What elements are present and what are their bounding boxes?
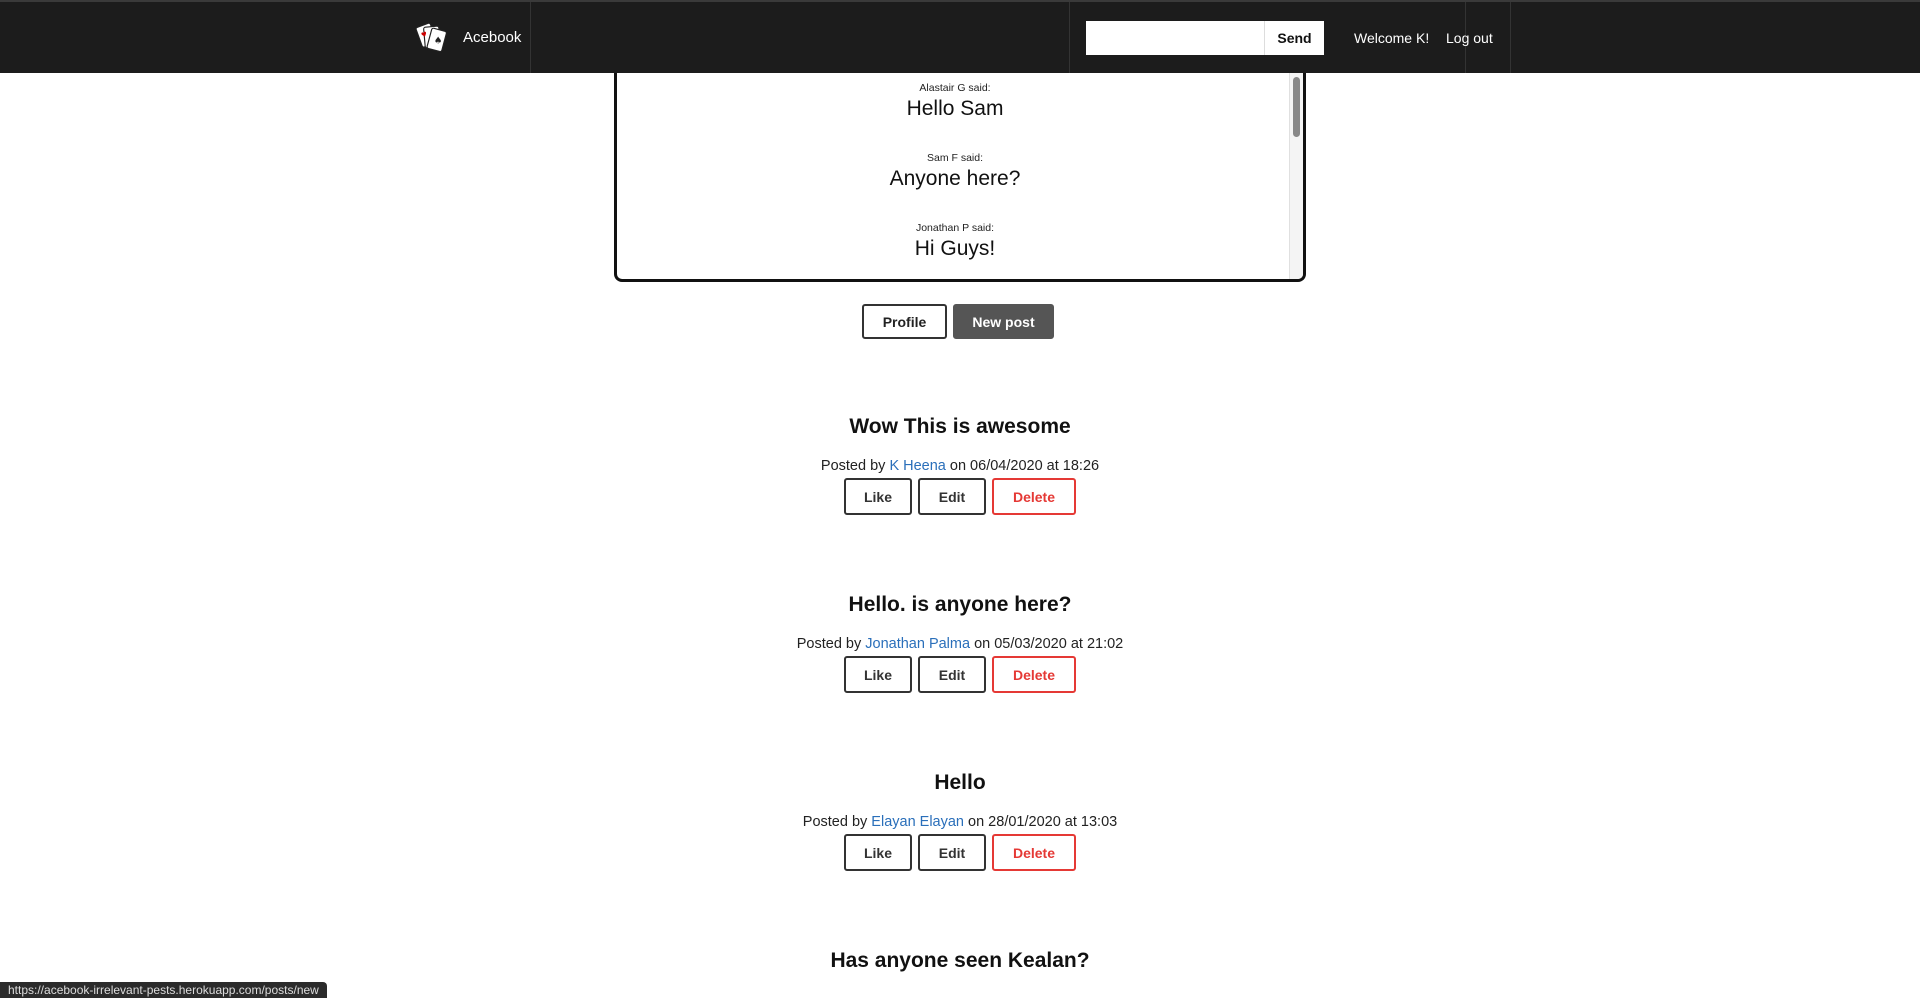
chat-text: Anyone here? [889,167,1021,190]
chat-author: Jonathan P said: [915,222,995,234]
post-meta: Posted by Jonathan Palma on 05/03/2020 a… [660,635,1260,653]
post-date: on 06/04/2020 at 18:26 [945,458,1100,474]
logout-link[interactable]: Log out [1430,2,1511,73]
delete-button[interactable]: Delete [992,478,1076,515]
chat-author: Alastair G said: [919,82,991,94]
profile-button[interactable]: Profile [862,304,947,339]
post-author-link[interactable]: Elayan Elayan [871,814,964,830]
playing-cards-icon: ♠ ♥ [415,22,447,52]
chat-text: Hello Sam [906,97,1004,120]
post-title: Wow This is awesome [849,415,1071,438]
post-author-link[interactable]: K Heena [889,458,945,474]
post-actions: Like Edit Delete [660,656,1260,693]
post-meta-prefix: Posted by [802,814,872,830]
new-post-button[interactable]: New post [953,304,1054,339]
brand-name: Acebook [463,29,522,46]
post-author-link[interactable]: Jonathan Palma [865,636,970,652]
edit-button[interactable]: Edit [918,478,986,515]
chat-messages: Alastair G said: Hello Sam Sam F said: A… [617,73,1293,279]
post-item: Has anyone seen Kealan? [660,947,1260,975]
chat-scrollbar[interactable] [1289,73,1303,279]
edit-button[interactable]: Edit [918,656,986,693]
post-meta-prefix: Posted by [796,636,866,652]
top-navbar: ♠ ♥ Acebook Send Welcome K! Log out [0,0,1920,73]
chat-text: Hi Guys! [914,237,996,260]
like-button[interactable]: Like [844,478,912,515]
chat-author: Sam F said: [926,152,984,164]
message-input[interactable] [1086,21,1264,55]
send-button[interactable]: Send [1264,21,1324,55]
brand-link[interactable]: ♠ ♥ Acebook [403,2,531,73]
post-date: on 28/01/2020 at 13:03 [964,814,1118,830]
post-actions: Like Edit Delete [660,834,1260,871]
chat-message: Alastair G said: Hello Sam [617,81,1293,123]
nav-right-group: Send Welcome K! Log out [1069,2,1511,73]
post-actions: Like Edit Delete [660,478,1260,515]
post-title: Has anyone seen Kealan? [830,949,1090,972]
post-meta: Posted by K Heena on 06/04/2020 at 18:26 [660,457,1260,475]
chat-message: Sam F said: Anyone here? [617,151,1293,193]
like-button[interactable]: Like [844,834,912,871]
svg-text:♠: ♠ [434,35,443,46]
chat-scroll-thumb[interactable] [1293,77,1300,137]
chat-box: Alastair G said: Hello Sam Sam F said: A… [614,73,1306,282]
delete-button[interactable]: Delete [992,834,1076,871]
post-item: Hello. is anyone here? Posted by Jonatha… [660,591,1260,693]
post-title: Hello [934,771,986,794]
like-button[interactable]: Like [844,656,912,693]
post-meta: Posted by Elayan Elayan on 28/01/2020 at… [660,813,1260,831]
post-item: Wow This is awesome Posted by K Heena on… [660,413,1260,515]
chat-message: Jonathan P said: Hi Guys! [617,221,1293,263]
post-date: on 05/03/2020 at 21:02 [970,636,1124,652]
post-meta-prefix: Posted by [820,458,890,474]
edit-button[interactable]: Edit [918,834,986,871]
delete-button[interactable]: Delete [992,656,1076,693]
post-title: Hello. is anyone here? [848,593,1072,616]
link-status-bar: https://acebook-irrelevant-pests.herokua… [0,982,327,998]
post-item: Hello Posted by Elayan Elayan on 28/01/2… [660,769,1260,871]
